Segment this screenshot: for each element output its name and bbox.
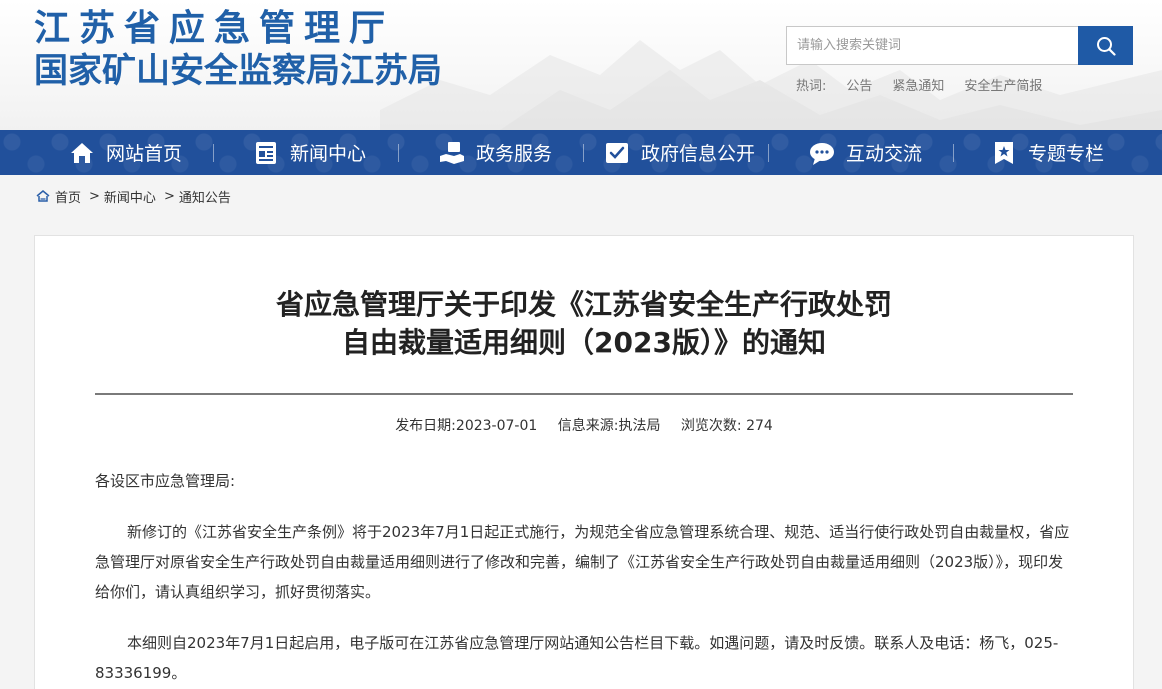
article-salutation: 各设区市应急管理局:	[95, 472, 236, 490]
article-title-line-1: 省应急管理厅关于印发《江苏省安全生产行政处罚	[275, 288, 892, 321]
nav-item-interaction[interactable]: 互动交流	[808, 130, 922, 175]
bookmark-star-icon	[995, 141, 1013, 164]
nav-divider	[953, 144, 954, 162]
chat-bubble-icon	[810, 142, 834, 165]
search-input[interactable]	[786, 26, 1079, 65]
nav-label: 政务服务	[476, 143, 553, 165]
mountain-background	[380, 40, 1162, 130]
home-icon	[36, 190, 50, 202]
hotword-link[interactable]: 紧急通知	[892, 75, 944, 94]
publish-date-label: 发布日期:	[395, 418, 456, 434]
info-source-label: 信息来源:	[557, 418, 619, 434]
check-document-icon	[606, 142, 628, 163]
nav-divider	[213, 144, 214, 162]
nav-divider	[398, 144, 399, 162]
nav-divider	[768, 144, 769, 162]
breadcrumb: 首页 > 新闻中心 > 通知公告	[36, 187, 231, 206]
nav-label: 网站首页	[106, 143, 183, 165]
title-divider	[95, 393, 1073, 395]
article-paragraph: 本细则自2023年7月1日起启用，电子版可在江苏省应急管理厅网站通知公告栏目下载…	[95, 634, 1059, 682]
home-icon	[71, 142, 93, 163]
article-title: 省应急管理厅关于印发《江苏省安全生产行政处罚 自由裁量适用细则（2023版）》的…	[95, 286, 1073, 362]
logo-line-2[interactable]: 国家矿山安全监察局江苏局	[34, 51, 442, 91]
hotwords-bar: 热词: 公告 紧急通知 安全生产简报	[796, 75, 1042, 94]
hotwords-label: 热词:	[796, 79, 827, 94]
breadcrumb-separator: >	[163, 188, 175, 204]
nav-item-topics[interactable]: 专题专栏	[990, 130, 1104, 175]
article-title-line-2: 自由裁量适用细则（2023版）》的通知	[342, 326, 826, 359]
logo-line-1[interactable]: 江苏省应急管理厅	[34, 8, 394, 50]
nav-label: 专题专栏	[1028, 143, 1105, 165]
publish-date-value: 2023-07-01	[455, 418, 538, 434]
nav-label: 互动交流	[846, 143, 923, 165]
article-meta: 发布日期:2023-07-01 信息来源:执法局 浏览次数: 274	[95, 415, 1073, 435]
search-button[interactable]	[1078, 26, 1133, 65]
view-count-value: 274	[746, 418, 773, 434]
nav-item-news[interactable]: 新闻中心	[252, 130, 366, 175]
article-paragraph: 新修订的《江苏省安全生产条例》将于2023年7月1日起正式施行，为规范全省应急管…	[95, 523, 1070, 601]
newspaper-icon	[256, 141, 276, 164]
nav-item-home[interactable]: 网站首页	[68, 130, 182, 175]
breadcrumb-home[interactable]: 首页	[55, 187, 81, 206]
main-nav: 网站首页 新闻中心 政务服务 政府信息公开 互动交流 专题专栏	[0, 130, 1162, 175]
hotword-link[interactable]: 安全生产简报	[964, 75, 1042, 94]
breadcrumb-notices[interactable]: 通知公告	[179, 187, 231, 206]
nav-item-services[interactable]: 政务服务	[438, 130, 552, 175]
site-header: 江苏省应急管理厅 国家矿山安全监察局江苏局 热词: 公告 紧急通知 安全生产简报	[0, 0, 1162, 130]
hotword-link[interactable]: 公告	[846, 75, 872, 94]
info-source: 信息来源:执法局	[558, 418, 661, 434]
breadcrumb-separator: >	[89, 188, 100, 204]
view-count-label: 浏览次数:	[680, 418, 742, 434]
nav-divider	[583, 144, 584, 162]
nav-label: 政府信息公开	[641, 143, 756, 165]
publish-date: 发布日期:2023-07-01	[395, 418, 537, 434]
nav-item-gov-info[interactable]: 政府信息公开	[603, 130, 755, 175]
breadcrumb-news-center[interactable]: 新闻中心	[104, 187, 156, 206]
search-icon	[1096, 36, 1116, 56]
info-source-value: 执法局	[618, 418, 661, 434]
view-count: 浏览次数: 274	[681, 418, 773, 434]
nav-label: 新闻中心	[290, 143, 367, 165]
service-hand-icon	[440, 141, 464, 164]
